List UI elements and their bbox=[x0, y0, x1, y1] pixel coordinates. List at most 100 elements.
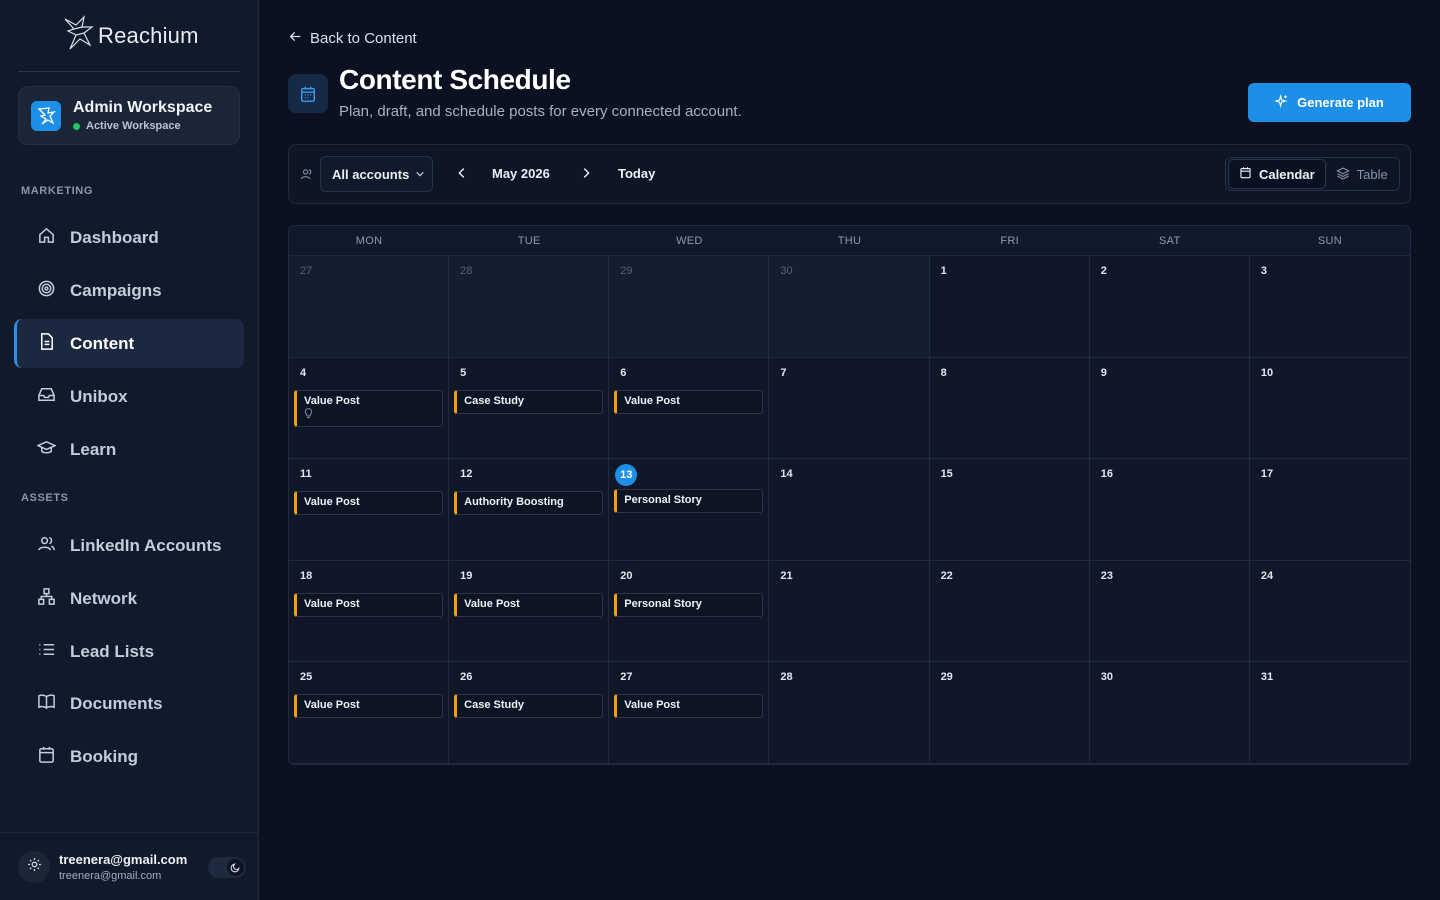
scheduled-post-chip[interactable]: Value Post bbox=[454, 592, 604, 617]
scheduled-post-chip[interactable]: Personal Story bbox=[614, 489, 764, 514]
post-type-label: Case Study bbox=[464, 699, 525, 712]
account-filter-select[interactable]: All accounts bbox=[320, 156, 433, 192]
previous-month-button[interactable] bbox=[455, 166, 469, 185]
scheduled-post-chip[interactable]: Authority Boosting bbox=[454, 491, 604, 516]
calendar-day-cell[interactable]: 2 bbox=[1089, 256, 1250, 358]
section-label-assets: ASSETS bbox=[21, 492, 69, 504]
weekday-label: THU bbox=[837, 234, 862, 247]
calendar-day-cell[interactable]: 24 bbox=[1249, 561, 1410, 663]
sidebar-item-booking[interactable]: Booking bbox=[14, 732, 244, 781]
calendar-day-cell[interactable]: 21 bbox=[769, 560, 930, 663]
calendar-day-cell[interactable]: 8 bbox=[929, 357, 1090, 460]
sidebar-item-documents[interactable]: Documents bbox=[14, 679, 244, 728]
day-number: 22 bbox=[940, 569, 953, 582]
calendar-view-tab[interactable]: Calendar bbox=[1228, 159, 1326, 189]
list-icon bbox=[37, 640, 56, 664]
scheduled-post-chip[interactable]: Value Post bbox=[294, 592, 444, 617]
weekday-label: FRI bbox=[1000, 234, 1019, 247]
day-number: 29 bbox=[620, 265, 633, 277]
scheduled-post-chip[interactable]: Value Post bbox=[614, 694, 764, 719]
calendar-day-cell[interactable]: 20 Personal Story bbox=[609, 560, 770, 663]
sidebar-item-network[interactable]: Network bbox=[14, 574, 244, 623]
generate-plan-button[interactable]: Generate plan bbox=[1248, 83, 1411, 122]
calendar-day-cell[interactable]: 19 Value Post bbox=[449, 560, 610, 663]
calendar-day-cell[interactable]: 13 Personal Story bbox=[609, 459, 770, 561]
calendar-day-cell[interactable]: 26 Case Study bbox=[449, 662, 610, 764]
day-number: 12 bbox=[460, 468, 473, 481]
month-calendar: MON TUE WED THU FRI SAT SUN 27 28 29 30 1 2 3 4… bbox=[288, 225, 1411, 765]
calendar-day-cell[interactable]: 29 bbox=[929, 662, 1090, 764]
post-type-label: Value Post bbox=[304, 699, 360, 712]
sidebar-item-dashboard[interactable]: Dashboard bbox=[14, 213, 244, 262]
sidebar-item-lead-lists[interactable]: Lead Lists bbox=[14, 627, 244, 676]
table-view-tab[interactable]: Table bbox=[1326, 159, 1398, 189]
calendar-day-cell[interactable]: 11 Value Post bbox=[289, 459, 450, 561]
day-number: 26 bbox=[460, 671, 473, 684]
chevron-down-icon bbox=[415, 167, 425, 182]
back-link-label: Back to Content bbox=[310, 30, 417, 47]
post-type-label: Value Post bbox=[304, 597, 360, 610]
brand[interactable]: Reachium bbox=[62, 14, 199, 56]
moon-icon bbox=[227, 859, 244, 876]
calendar-day-cell[interactable]: 9 bbox=[1089, 357, 1250, 460]
day-number: 25 bbox=[300, 671, 313, 684]
weekday-label: TUE bbox=[517, 234, 541, 247]
sidebar-item-learn[interactable]: Learn bbox=[14, 425, 244, 474]
calendar-day-cell[interactable]: 16 bbox=[1089, 459, 1250, 561]
calendar-day-cell[interactable]: 31 bbox=[1249, 662, 1410, 764]
scheduled-post-chip[interactable]: Case Study bbox=[454, 389, 604, 414]
scheduled-post-chip[interactable]: Personal Story bbox=[614, 592, 764, 617]
settings-button[interactable] bbox=[18, 850, 50, 883]
calendar-day-cell[interactable]: 14 bbox=[769, 459, 930, 561]
calendar-day-cell[interactable]: 15 bbox=[929, 459, 1090, 561]
user-email-secondary: treenera@gmail.com bbox=[59, 869, 162, 882]
scheduled-post-chip[interactable]: Value Post bbox=[294, 694, 444, 719]
theme-toggle[interactable] bbox=[208, 857, 246, 878]
calendar-day-cell[interactable]: 6 Value Post bbox=[609, 357, 770, 460]
scheduled-post-chip[interactable]: Case Study bbox=[454, 694, 604, 719]
today-button[interactable]: Today bbox=[618, 166, 655, 181]
calendar-day-cell[interactable]: 3 bbox=[1249, 256, 1410, 358]
back-to-content-link[interactable]: Back to Content bbox=[289, 30, 417, 47]
post-type-label: Value Post bbox=[464, 597, 520, 610]
user-footer: treenera@gmail.com treenera@gmail.com bbox=[0, 832, 258, 900]
calendar-day-cell[interactable]: 30 bbox=[1089, 662, 1250, 764]
calendar-day-cell[interactable]: 25 Value Post bbox=[289, 662, 450, 764]
calendar-day-cell[interactable]: 5 Case Study bbox=[449, 357, 610, 460]
calendar-day-cell[interactable]: 22 bbox=[929, 560, 1090, 663]
calendar-day-cell[interactable]: 1 bbox=[929, 256, 1090, 358]
calendar-day-cell[interactable]: 28 bbox=[769, 662, 930, 764]
calendar-day-cell[interactable]: 29 bbox=[609, 256, 770, 358]
calendar-day-cell[interactable]: 23 bbox=[1089, 560, 1250, 663]
post-type-label: Value Post bbox=[304, 394, 360, 407]
gear-icon bbox=[27, 857, 42, 877]
day-number: 27 bbox=[300, 265, 313, 277]
calendar-day-cell[interactable]: 30 bbox=[769, 256, 930, 358]
day-number: 8 bbox=[940, 366, 947, 379]
users-filter-icon bbox=[300, 167, 314, 186]
calendar-day-cell[interactable]: 12 Authority Boosting bbox=[449, 459, 610, 561]
sidebar-item-linkedin-accounts[interactable]: LinkedIn Accounts bbox=[14, 521, 244, 570]
next-month-button[interactable] bbox=[579, 166, 593, 185]
scheduled-post-chip[interactable]: Value Post bbox=[614, 389, 764, 414]
user-info[interactable]: treenera@gmail.com treenera@gmail.com bbox=[59, 852, 187, 882]
status-dot-icon bbox=[73, 122, 80, 130]
calendar-day-cell[interactable]: 28 bbox=[449, 256, 610, 358]
calendar-day-cell[interactable]: 4 Value Post bbox=[289, 357, 450, 460]
calendar-day-cell[interactable]: 10 bbox=[1249, 358, 1410, 460]
post-type-label: Personal Story bbox=[624, 597, 702, 610]
sidebar-item-campaigns[interactable]: Campaigns bbox=[14, 266, 244, 315]
calendar-day-cell[interactable]: 18 Value Post bbox=[289, 560, 450, 663]
sidebar-item-unibox[interactable]: Unibox bbox=[14, 372, 244, 421]
day-number: 28 bbox=[460, 265, 473, 277]
scheduled-post-chip[interactable]: Value Post bbox=[294, 389, 444, 427]
workspace-switcher[interactable]: Admin Workspace Active Workspace bbox=[18, 86, 240, 145]
scheduled-post-chip[interactable]: Value Post bbox=[294, 491, 444, 516]
weekday-header: MON TUE WED THU FRI SAT SUN bbox=[289, 226, 1410, 256]
calendar-day-cell[interactable]: 17 bbox=[1249, 459, 1410, 561]
day-number: 31 bbox=[1260, 671, 1274, 684]
calendar-day-cell[interactable]: 7 bbox=[769, 357, 930, 460]
calendar-day-cell[interactable]: 27 Value Post bbox=[609, 662, 770, 764]
calendar-day-cell[interactable]: 27 bbox=[289, 256, 450, 358]
sidebar-item-content[interactable]: Content bbox=[14, 319, 244, 368]
